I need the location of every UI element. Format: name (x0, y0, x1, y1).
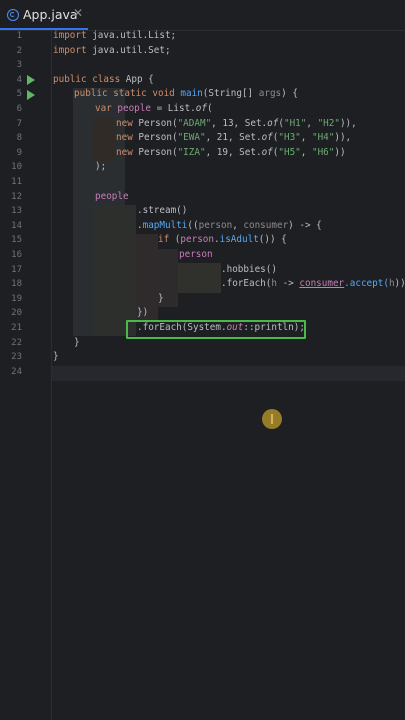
code-line-4: public class App { (53, 73, 154, 85)
line-number: 20 (11, 308, 22, 319)
code-line-22: } (74, 336, 80, 348)
line-number: 4 (16, 74, 22, 85)
code-line-13: .stream() (137, 205, 188, 217)
java-class-icon (7, 9, 19, 21)
line-number: 5 (16, 89, 22, 100)
line-number: 10 (11, 162, 22, 173)
highlight-box (126, 320, 306, 339)
run-arrow-icon[interactable] (27, 90, 35, 100)
code-line-17: .hobbies() (221, 263, 277, 275)
code-line-18: .forEach(h -> consumer.accept(h)); (221, 278, 405, 290)
line-number: 19 (11, 293, 22, 304)
line-number: 11 (11, 177, 22, 187)
line-number: 22 (11, 337, 22, 348)
line-number: 21 (11, 323, 22, 333)
line-number: 12 (11, 191, 22, 202)
code-line-19: } (158, 292, 164, 304)
code-line-1: import java.util.List; (53, 30, 177, 41)
scope-shade-stream (94, 205, 136, 336)
editor-tab-bar: App.java ✕ (0, 0, 405, 30)
line-number: 2 (16, 45, 22, 56)
line-number: 6 (16, 104, 22, 114)
line-number: 23 (11, 352, 22, 363)
gutter-separator (51, 31, 52, 720)
code-line-6: var people = List.of( (95, 103, 213, 114)
line-number: 15 (11, 235, 22, 246)
code-line-5: public static void main(String[] args) { (74, 88, 298, 100)
tab-app-java[interactable]: App.java ✕ (0, 0, 90, 30)
scope-shade-person (178, 263, 221, 293)
code-line-8: new Person("EWA", 21, Set.of("H3", "H4")… (116, 132, 352, 144)
line-number: 1 (16, 31, 22, 41)
scope-shade-list (94, 117, 115, 161)
line-number: 17 (11, 264, 22, 275)
line-number: 3 (16, 60, 22, 71)
code-line-14: .mapMulti((person, consumer) -> { (137, 219, 322, 231)
tab-label: App.java (23, 7, 78, 22)
code-line-20: }) (137, 307, 149, 319)
line-number: 7 (16, 118, 22, 129)
close-icon[interactable]: ✕ (73, 6, 83, 20)
line-number: 24 (11, 366, 22, 377)
line-number: 14 (11, 220, 22, 231)
text-cursor-icon (262, 409, 282, 429)
code-line-2: import java.util.Set; (53, 44, 171, 56)
code-line-7: new Person("ADAM", 13, Set.of("H1", "H2"… (116, 117, 357, 129)
code-line-16: person (179, 249, 213, 260)
code-line-10: ); (95, 161, 107, 173)
line-number: 8 (16, 133, 22, 144)
code-line-12: people (95, 190, 129, 202)
line-number: 16 (11, 250, 22, 260)
caret-line (52, 366, 405, 381)
line-number: 13 (11, 206, 22, 217)
code-line-15: if (person.isAdult()) { (158, 234, 287, 246)
line-number: 9 (16, 147, 22, 158)
line-number: 18 (11, 279, 22, 290)
run-arrow-icon[interactable] (27, 75, 35, 85)
code-line-23: } (53, 351, 59, 363)
code-line-9: new Person("IZA", 19, Set.of("H5", "H6")… (116, 146, 346, 158)
